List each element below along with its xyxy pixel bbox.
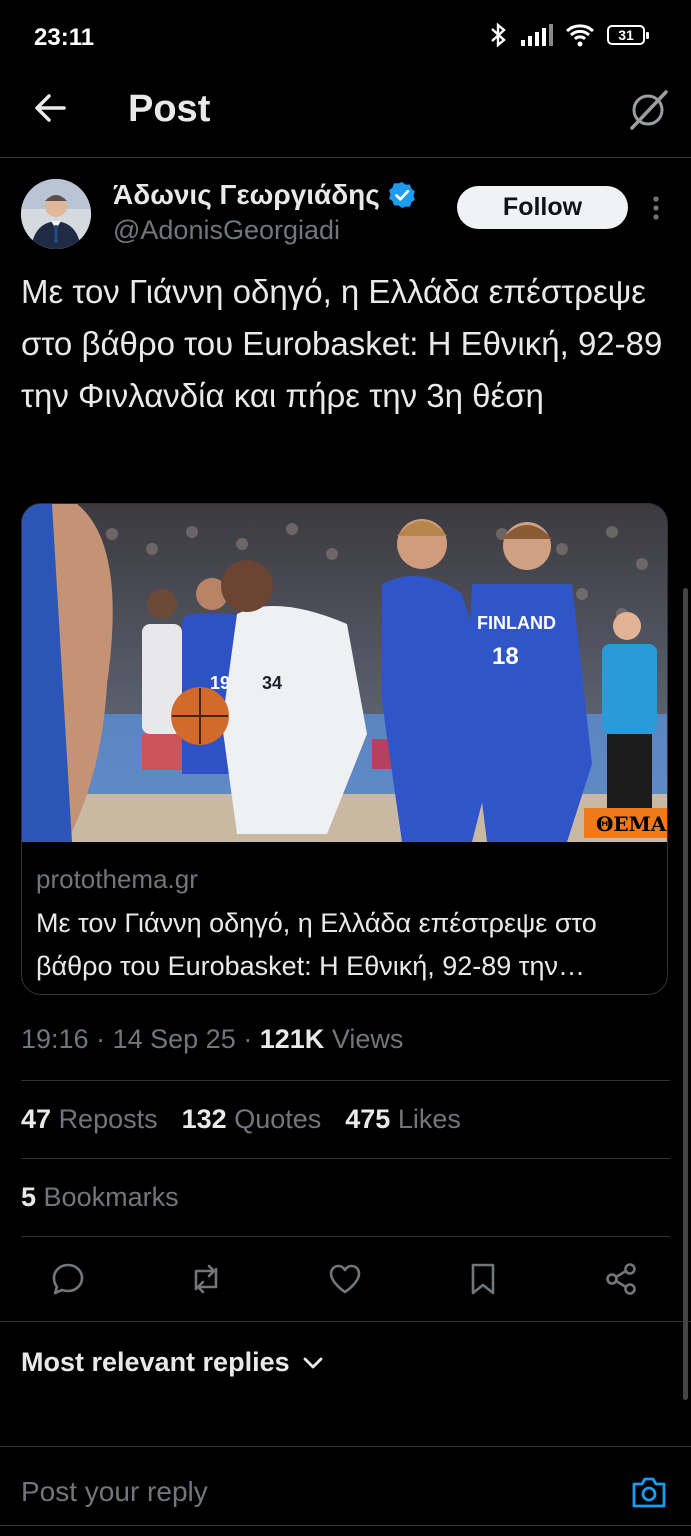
wifi-icon <box>565 24 595 47</box>
views-count: 121K <box>259 1024 325 1054</box>
bluetooth-icon <box>491 22 506 48</box>
scrollbar[interactable] <box>683 588 688 1400</box>
status-icons: 31 <box>487 22 649 48</box>
divider <box>0 1446 691 1447</box>
quotes-stat[interactable]: 132 Quotes <box>182 1104 322 1135</box>
status-time: 23:11 <box>34 24 95 51</box>
reply-input[interactable]: Post your reply <box>21 1476 208 1508</box>
repost-icon[interactable] <box>188 1261 224 1297</box>
grok-icon[interactable] <box>626 88 670 132</box>
divider <box>0 1321 691 1322</box>
author-handle[interactable]: @AdonisGeorgiadi <box>113 215 340 246</box>
chevron-down-icon <box>303 1357 323 1368</box>
author-name[interactable]: Άδωνις Γεωργιάδης <box>113 179 380 211</box>
battery-icon: 31 <box>607 25 649 45</box>
camera-icon[interactable] <box>630 1474 668 1510</box>
bookmark-icon[interactable] <box>465 1261 501 1297</box>
card-domain: protothema.gr <box>36 864 198 894</box>
like-icon[interactable] <box>327 1261 363 1297</box>
reply-icon[interactable] <box>50 1261 86 1297</box>
more-options-icon[interactable] <box>646 193 666 223</box>
verified-badge-icon <box>389 182 415 208</box>
signal-icon <box>521 24 553 46</box>
divider <box>21 1236 670 1237</box>
tweet-meta: 19:16 · 14 Sep 25 · 121K Views <box>21 1024 403 1055</box>
source-badge: ΘΕΜΑ <box>596 812 667 836</box>
card-title: Με τον Γιάννη οδηγό, η Ελλάδα επέστρεψε … <box>36 908 597 981</box>
views-label: Views <box>331 1024 404 1054</box>
team-text: FINLAND <box>477 613 556 633</box>
likes-stat[interactable]: 475 Likes <box>345 1104 461 1135</box>
meta-separator: · <box>243 1024 253 1054</box>
link-card[interactable]: 19 34 FINLAND 18 ΘΕΜΑ protothema.gr Με τ… <box>21 503 668 995</box>
divider <box>0 1525 691 1526</box>
jersey-34: 34 <box>262 673 282 693</box>
share-icon[interactable] <box>603 1261 639 1297</box>
arrow-left-icon[interactable] <box>32 90 68 126</box>
divider <box>0 157 691 158</box>
follow-button[interactable]: Follow <box>457 186 628 229</box>
avatar[interactable] <box>21 179 91 249</box>
tweet-time: 19:16 <box>21 1024 89 1054</box>
replies-filter-dropdown[interactable]: Most relevant replies <box>21 1347 324 1378</box>
tweet-text: Με τον Γιάννη οδηγό, η Ελλάδα επέστρεψε … <box>21 273 663 414</box>
jersey-18: 18 <box>492 643 519 670</box>
bookmarks-stats: 5 Bookmarks <box>21 1182 179 1213</box>
meta-separator: · <box>96 1024 106 1054</box>
reposts-stat[interactable]: 47 Reposts <box>21 1104 158 1135</box>
page-title: Post <box>128 88 211 130</box>
tweet-date: 14 Sep 25 <box>112 1024 236 1054</box>
divider <box>21 1158 670 1159</box>
divider <box>21 1080 670 1081</box>
engagement-stats: 47 Reposts 132 Quotes 475 Likes <box>21 1104 461 1135</box>
card-image: 19 34 FINLAND 18 ΘΕΜΑ <box>22 504 667 842</box>
bookmarks-stat[interactable]: 5 Bookmarks <box>21 1182 179 1213</box>
replies-filter-label: Most relevant replies <box>21 1347 290 1377</box>
